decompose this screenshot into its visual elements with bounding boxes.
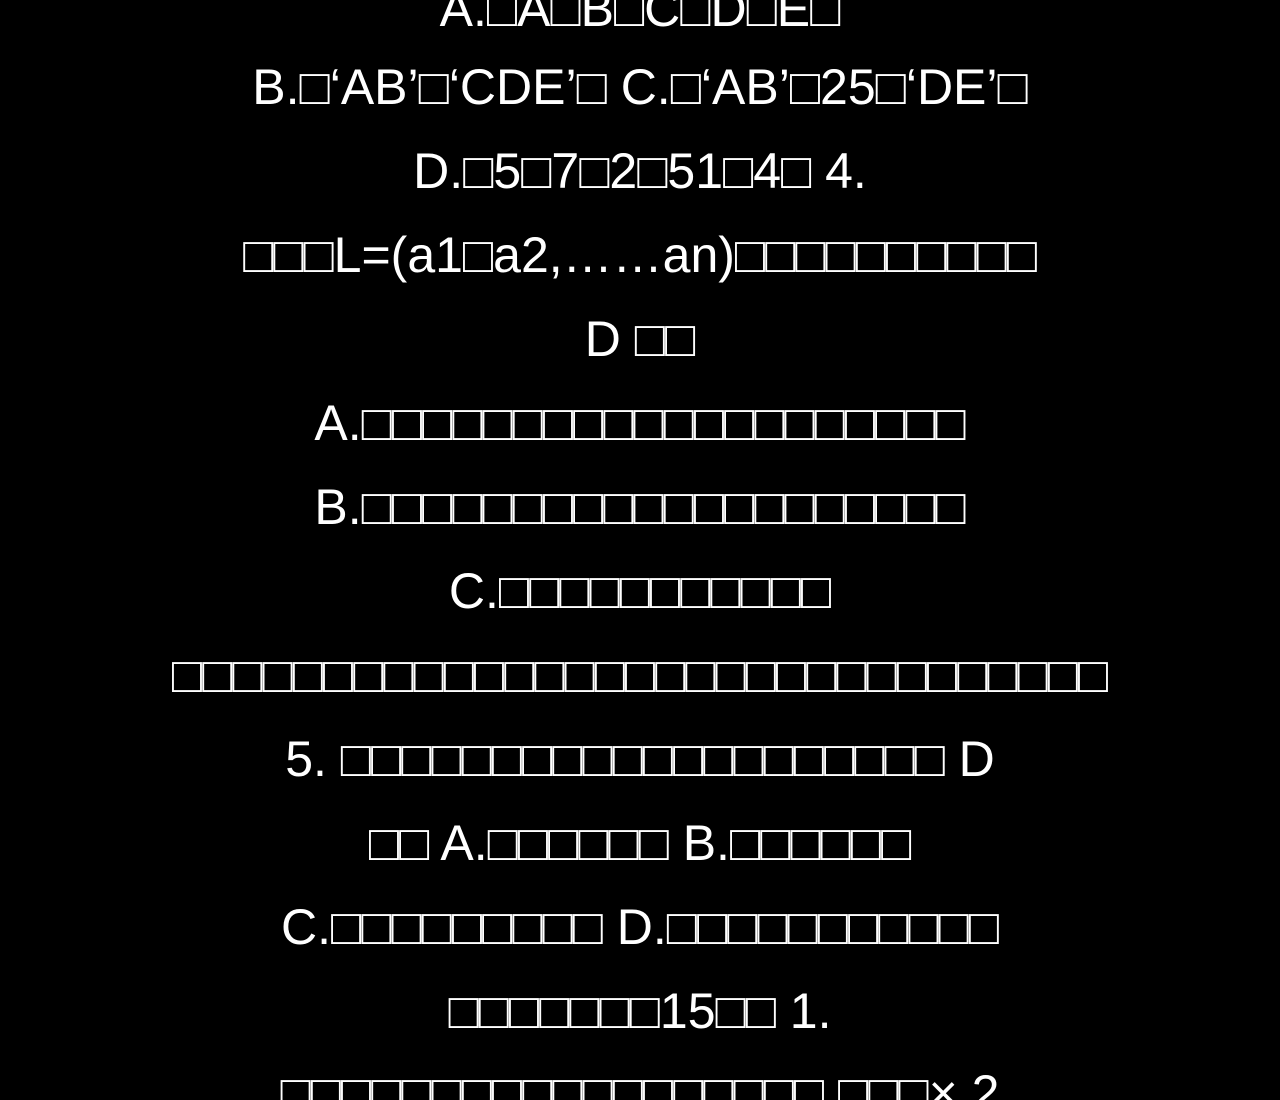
text-line-9: □□□□□□□□□□□□□□□□□□□□□□□□□□□□□□□	[171, 647, 1109, 703]
text-line-10: 5. □□□□□□□□□□□□□□□□□□□□ D	[285, 731, 995, 787]
text-line-3: D.□5□7□2□51□4□ 4.	[413, 143, 867, 199]
text-line-13: □□□□□□□15□□ 1.	[448, 983, 832, 1039]
text-line-12: C.□□□□□□□□□ D.□□□□□□□□□□□	[281, 899, 999, 955]
text-line-1: A.□A□B□C□D□E□	[439, 0, 841, 37]
text-line-8: C.□□□□□□□□□□□	[448, 563, 832, 619]
text-line-11: □□ A.□□□□□□ B.□□□□□□	[368, 815, 912, 871]
text-line-5: D □□	[584, 311, 696, 367]
document-page: A.□A□B□C□D□E□ B.□‘AB’□‘CDE’□ C.□‘AB’□25□…	[0, 0, 1280, 1100]
text-line-2: B.□‘AB’□‘CDE’□ C.□‘AB’□25□‘DE’□	[252, 59, 1028, 115]
text-line-6: A.□□□□□□□□□□□□□□□□□□□□	[314, 395, 966, 451]
text-line-14: □□□□□□□□□□□□□□□□□□ □□□× 2	[280, 1065, 1000, 1100]
text-line-4: □□□L=(a1□a2,……an)□□□□□□□□□□	[243, 227, 1037, 283]
text-line-7: B.□□□□□□□□□□□□□□□□□□□□	[314, 479, 966, 535]
